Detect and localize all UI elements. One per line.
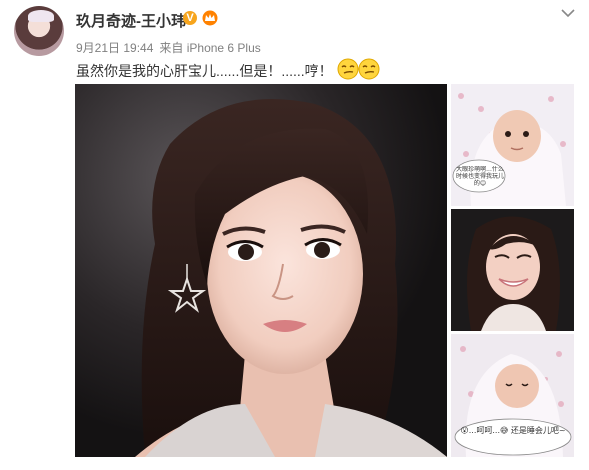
verified-v-icon: V [183, 11, 197, 25]
baby-photo-1[interactable]: 大眼珍萌啊...什么时候也变得我玩儿的😊 [451, 84, 574, 206]
baby-photo-2[interactable]: 😮...呵呵...😅 还是睡会儿吧~ [451, 334, 574, 457]
bubble-text-1: 大眼珍萌啊...什么时候也变得我玩儿的😊 [456, 166, 504, 187]
chevron-down-icon[interactable] [561, 8, 575, 18]
bubble-text-3: 😮...呵呵...😅 还是睡会儿吧~ [460, 426, 566, 435]
post-time-link[interactable]: 9月21日 19:44 [76, 41, 153, 55]
post-source: 来自 iPhone 6 Plus [159, 41, 261, 55]
post-text: 虽然你是我的心肝宝儿......但是！......哼！ [76, 63, 333, 79]
selfie-photo[interactable] [75, 84, 447, 457]
member-crown-icon[interactable] [201, 10, 219, 26]
username-link[interactable]: 玖月奇迹-王小玮 [76, 10, 186, 31]
mother-smiling-photo[interactable] [451, 209, 574, 331]
post-meta: 9月21日 19:44 来自 iPhone 6 Plus [76, 39, 261, 56]
smirk-emoji-icon [358, 58, 380, 80]
user-avatar[interactable] [14, 6, 64, 56]
smirk-emoji-icon [337, 58, 359, 80]
